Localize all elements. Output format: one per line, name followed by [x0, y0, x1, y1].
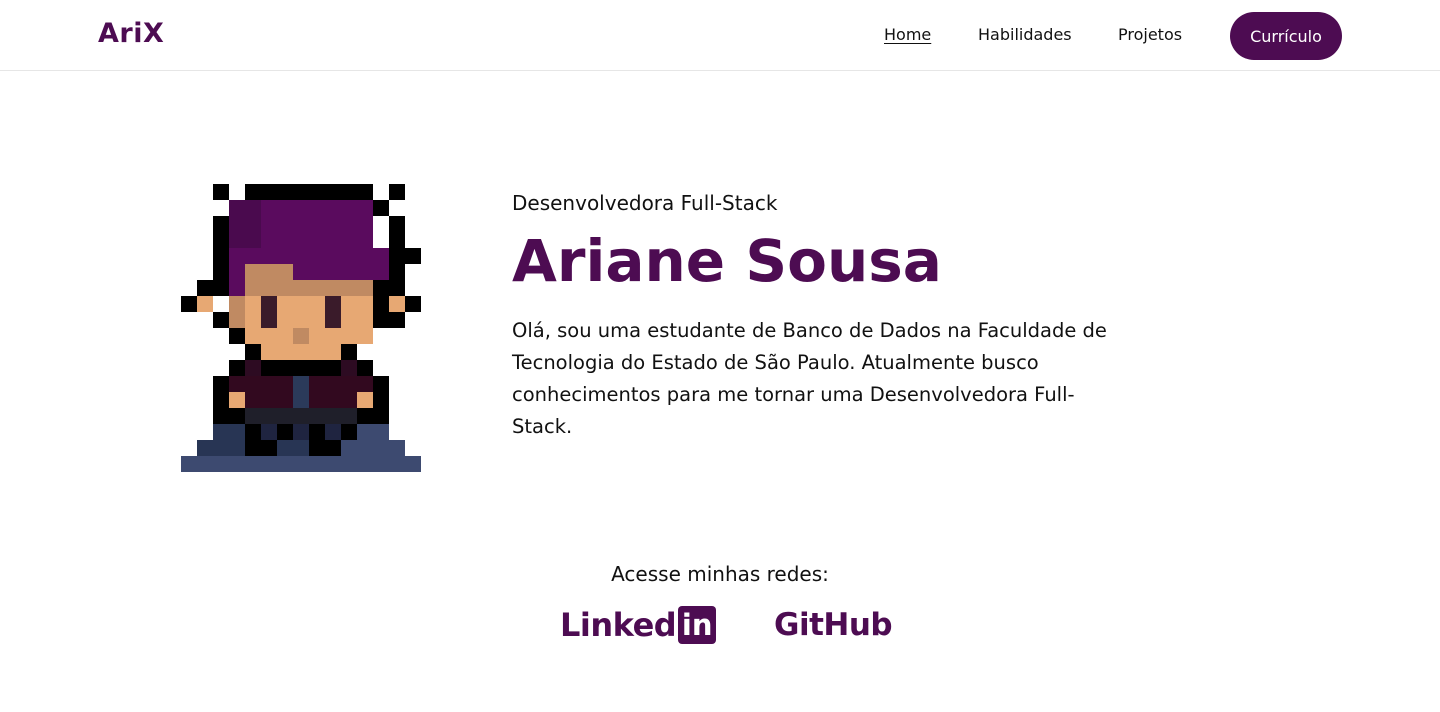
navbar: AriX Home Habilidades Projetos Currículo: [0, 0, 1440, 71]
linkedin-logo-text: Linked: [560, 606, 677, 644]
nav-link-home[interactable]: Home: [884, 25, 931, 44]
hero-bio: Olá, sou uma estudante de Banco de Dados…: [512, 319, 1107, 438]
hero-subtitle: Desenvolvedora Full-Stack: [512, 191, 778, 215]
linkedin-link[interactable]: Linked in: [560, 604, 717, 646]
github-link[interactable]: GitHub: [774, 604, 893, 646]
logo[interactable]: AriX: [98, 18, 164, 49]
socials-title: Acesse minhas redes:: [611, 562, 829, 586]
pixel-avatar-icon: [181, 184, 421, 472]
hero-name: Ariane Sousa: [512, 227, 942, 295]
curriculo-button[interactable]: Currículo: [1230, 12, 1342, 60]
linkedin-icon: in: [678, 606, 717, 644]
nav-link-projetos[interactable]: Projetos: [1118, 25, 1182, 44]
github-logo-text: GitHub: [774, 607, 893, 643]
nav-link-habilidades[interactable]: Habilidades: [978, 25, 1072, 44]
